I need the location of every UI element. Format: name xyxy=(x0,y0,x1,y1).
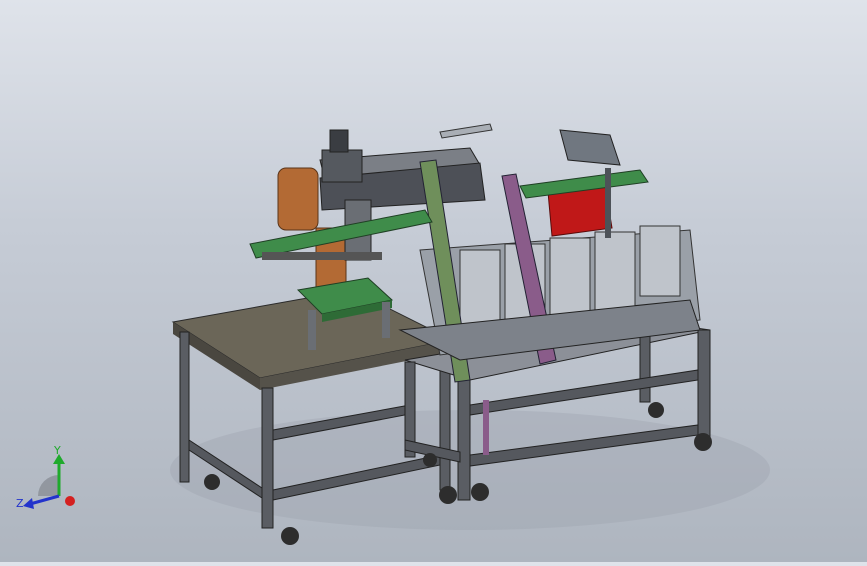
module-unit xyxy=(639,225,681,297)
model-viewport[interactable]: Y Z xyxy=(0,0,867,562)
z-axis-label: Z xyxy=(16,497,24,510)
module-unit xyxy=(594,231,636,313)
leg-back-left xyxy=(179,331,190,483)
head-motor xyxy=(329,129,349,153)
module-unit xyxy=(549,237,591,319)
conveyor-rail xyxy=(262,252,382,260)
top-bracket xyxy=(439,123,493,139)
frame-post xyxy=(457,379,471,501)
z-arrow-icon xyxy=(23,498,34,509)
caster xyxy=(281,527,299,545)
purple-cylinder xyxy=(483,400,489,455)
orange-roll xyxy=(277,167,319,231)
caster xyxy=(204,474,220,490)
x-axis-icon xyxy=(65,496,75,506)
triad-graphic: Y Z xyxy=(16,444,75,510)
head-unit xyxy=(321,149,363,183)
y-axis-label: Y xyxy=(53,444,61,457)
triad-disc xyxy=(38,475,59,496)
caster xyxy=(694,433,712,451)
assembly-model[interactable] xyxy=(0,0,867,562)
tray-support xyxy=(382,302,390,338)
caster xyxy=(471,483,489,501)
z-axis-icon xyxy=(29,494,60,506)
frame-post xyxy=(697,329,711,446)
leg-front-left xyxy=(261,387,274,529)
top-cylinder xyxy=(559,129,621,166)
support-rod xyxy=(605,168,611,238)
module-unit xyxy=(459,249,501,331)
tray-support xyxy=(308,310,316,350)
view-triad[interactable]: Y Z xyxy=(10,438,90,518)
caster xyxy=(439,486,457,504)
caster xyxy=(423,453,437,467)
caster xyxy=(648,402,664,418)
